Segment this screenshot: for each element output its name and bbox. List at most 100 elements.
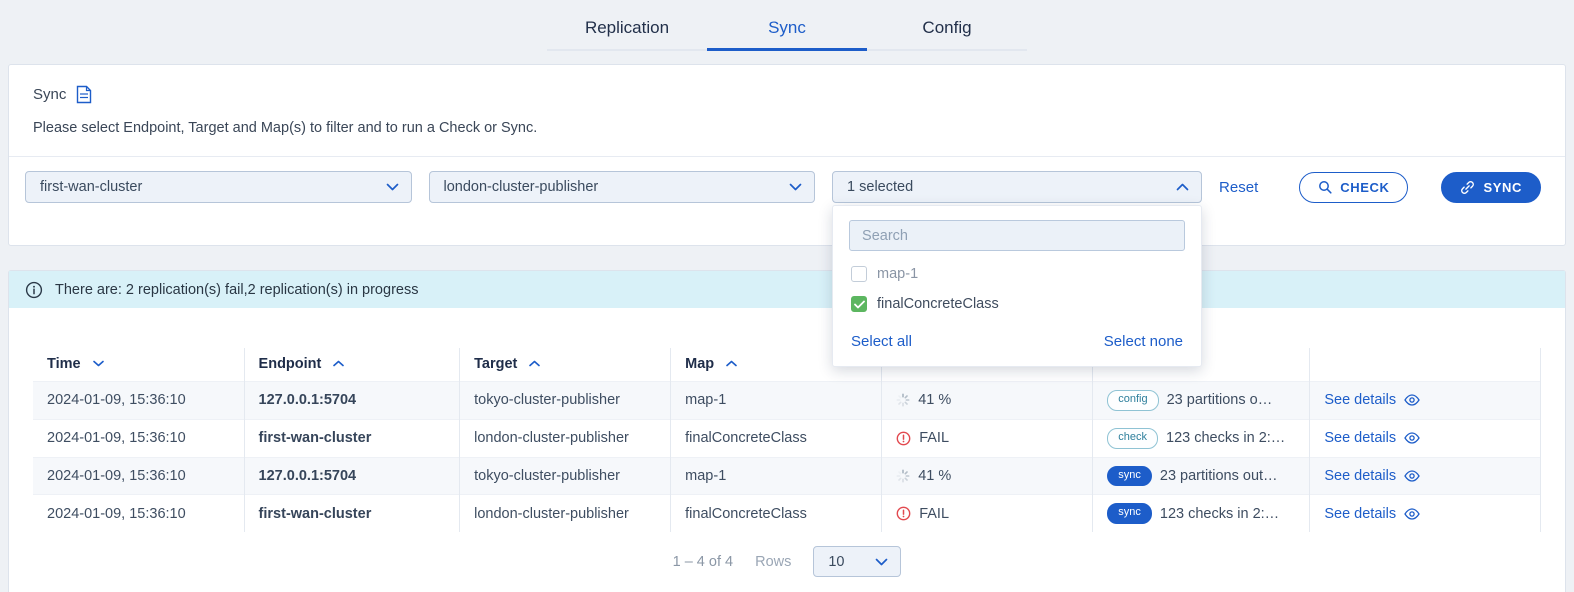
column-header-endpoint[interactable]: Endpoint [244,348,460,382]
replication-table: Time Endpoint Target Map [33,348,1541,532]
endpoint-select-value: first-wan-cluster [40,179,142,195]
eye-icon [1404,394,1420,406]
status-banner: There are: 2 replication(s) fail,2 repli… [9,271,1565,308]
tab-sync[interactable]: Sync [707,12,867,51]
alert-circle-icon [896,506,911,521]
checkbox-checked-icon[interactable] [851,296,867,312]
table-row: 2024-01-09, 15:36:10 127.0.0.1:5704 toky… [33,457,1541,495]
cell-operation: check 123 checks in 2:… [1093,419,1310,457]
column-header-time[interactable]: Time [33,348,244,382]
panel-title: Sync [33,86,66,103]
eye-icon [1404,470,1420,482]
option-label: map-1 [877,266,918,282]
map-option-map-1[interactable]: map-1 [849,259,1185,289]
status-banner-text: There are: 2 replication(s) fail,2 repli… [55,282,418,298]
tab-replication[interactable]: Replication [547,12,707,51]
map-dropdown-footer: Select all Select none [849,319,1185,354]
map-multiselect-value: 1 selected [847,179,913,195]
cell-time: 2024-01-09, 15:36:10 [33,457,244,495]
cell-endpoint: 127.0.0.1:5704 [244,382,460,420]
map-option-finalconcreteclass[interactable]: finalConcreteClass [849,289,1185,319]
map-multiselect[interactable]: 1 selected [832,171,1202,203]
cell-operation: sync 123 checks in 2:… [1093,495,1310,532]
cell-map: finalConcreteClass [671,495,882,532]
select-all-link[interactable]: Select all [851,333,912,350]
cell-details: See details [1310,382,1541,420]
map-multiselect-wrap: 1 selected map-1 [832,171,1202,203]
rows-per-page-value: 10 [828,554,844,570]
cell-map: map-1 [671,382,882,420]
cell-status: 41 % [882,457,1093,495]
rows-per-page-select[interactable]: 10 [813,546,901,577]
cell-time: 2024-01-09, 15:36:10 [33,495,244,532]
eye-icon [1404,508,1420,520]
cell-target: london-cluster-publisher [460,495,671,532]
target-select-value: london-cluster-publisher [444,179,599,195]
table-row: 2024-01-09, 15:36:10 first-wan-cluster l… [33,495,1541,532]
spinner-icon [896,469,910,483]
table-header-row: Time Endpoint Target Map [33,348,1541,382]
search-icon [1318,180,1332,194]
operation-badge: check [1107,428,1158,449]
check-button-label: CHECK [1340,180,1389,195]
column-header-target[interactable]: Target [460,348,671,382]
cell-details: See details [1310,457,1541,495]
cell-target: tokyo-cluster-publisher [460,382,671,420]
operation-info: 23 partitions o… [1167,392,1273,408]
operation-info: 23 partitions out… [1160,468,1278,484]
checkbox-unchecked-icon[interactable] [851,266,867,282]
alert-circle-icon [896,431,911,446]
endpoint-select[interactable]: first-wan-cluster [25,171,412,203]
see-details-link[interactable]: See details [1324,392,1420,408]
sort-desc-icon [93,355,104,371]
sync-filter-panel: Sync Please select Endpoint, Target and … [8,64,1566,246]
see-details-link[interactable]: See details [1324,430,1420,446]
tab-bar: Replication Sync Config [0,0,1574,51]
cell-target: london-cluster-publisher [460,419,671,457]
sort-asc-icon [726,355,737,371]
tab-config[interactable]: Config [867,12,1027,51]
sync-page: Replication Sync Config Sync Please sele… [0,0,1574,592]
sort-asc-icon [333,355,344,371]
spinner-icon [896,393,910,407]
cell-status: FAIL [882,419,1093,457]
cell-status: FAIL [882,495,1093,532]
map-dropdown: map-1 finalConcreteClass Select all Sele… [832,205,1202,367]
pagination-range: 1 – 4 of 4 [673,554,733,570]
cell-operation: sync 23 partitions out… [1093,457,1310,495]
cell-status: 41 % [882,382,1093,420]
info-icon [25,281,43,299]
link-icon [1460,180,1475,195]
filter-row: first-wan-cluster london-cluster-publish… [9,157,1565,245]
option-label: finalConcreteClass [877,296,999,312]
cell-time: 2024-01-09, 15:36:10 [33,382,244,420]
chevron-down-icon [386,183,399,191]
target-select[interactable]: london-cluster-publisher [429,171,816,203]
column-header-details [1310,348,1541,382]
cell-time: 2024-01-09, 15:36:10 [33,419,244,457]
rows-per-page-label: Rows [755,554,791,570]
reset-link[interactable]: Reset [1219,179,1258,196]
cell-details: See details [1310,419,1541,457]
cell-endpoint: 127.0.0.1:5704 [244,457,460,495]
cell-details: See details [1310,495,1541,532]
eye-icon [1404,432,1420,444]
map-search-input[interactable] [849,220,1185,251]
operation-badge: sync [1107,466,1152,487]
table-row: 2024-01-09, 15:36:10 first-wan-cluster l… [33,419,1541,457]
see-details-link[interactable]: See details [1324,506,1420,522]
chevron-down-icon [789,183,802,191]
check-button[interactable]: CHECK [1299,172,1408,203]
cell-map: map-1 [671,457,882,495]
cell-target: tokyo-cluster-publisher [460,457,671,495]
cell-operation: config 23 partitions o… [1093,382,1310,420]
document-icon[interactable] [76,85,92,104]
select-none-link[interactable]: Select none [1104,333,1183,350]
chevron-down-icon [875,558,888,566]
operation-info: 123 checks in 2:… [1166,430,1285,446]
see-details-link[interactable]: See details [1324,468,1420,484]
cell-endpoint: first-wan-cluster [244,495,460,532]
panel-description: Please select Endpoint, Target and Map(s… [9,120,1565,136]
sync-button[interactable]: SYNC [1441,172,1541,203]
chevron-up-icon [1176,183,1189,191]
